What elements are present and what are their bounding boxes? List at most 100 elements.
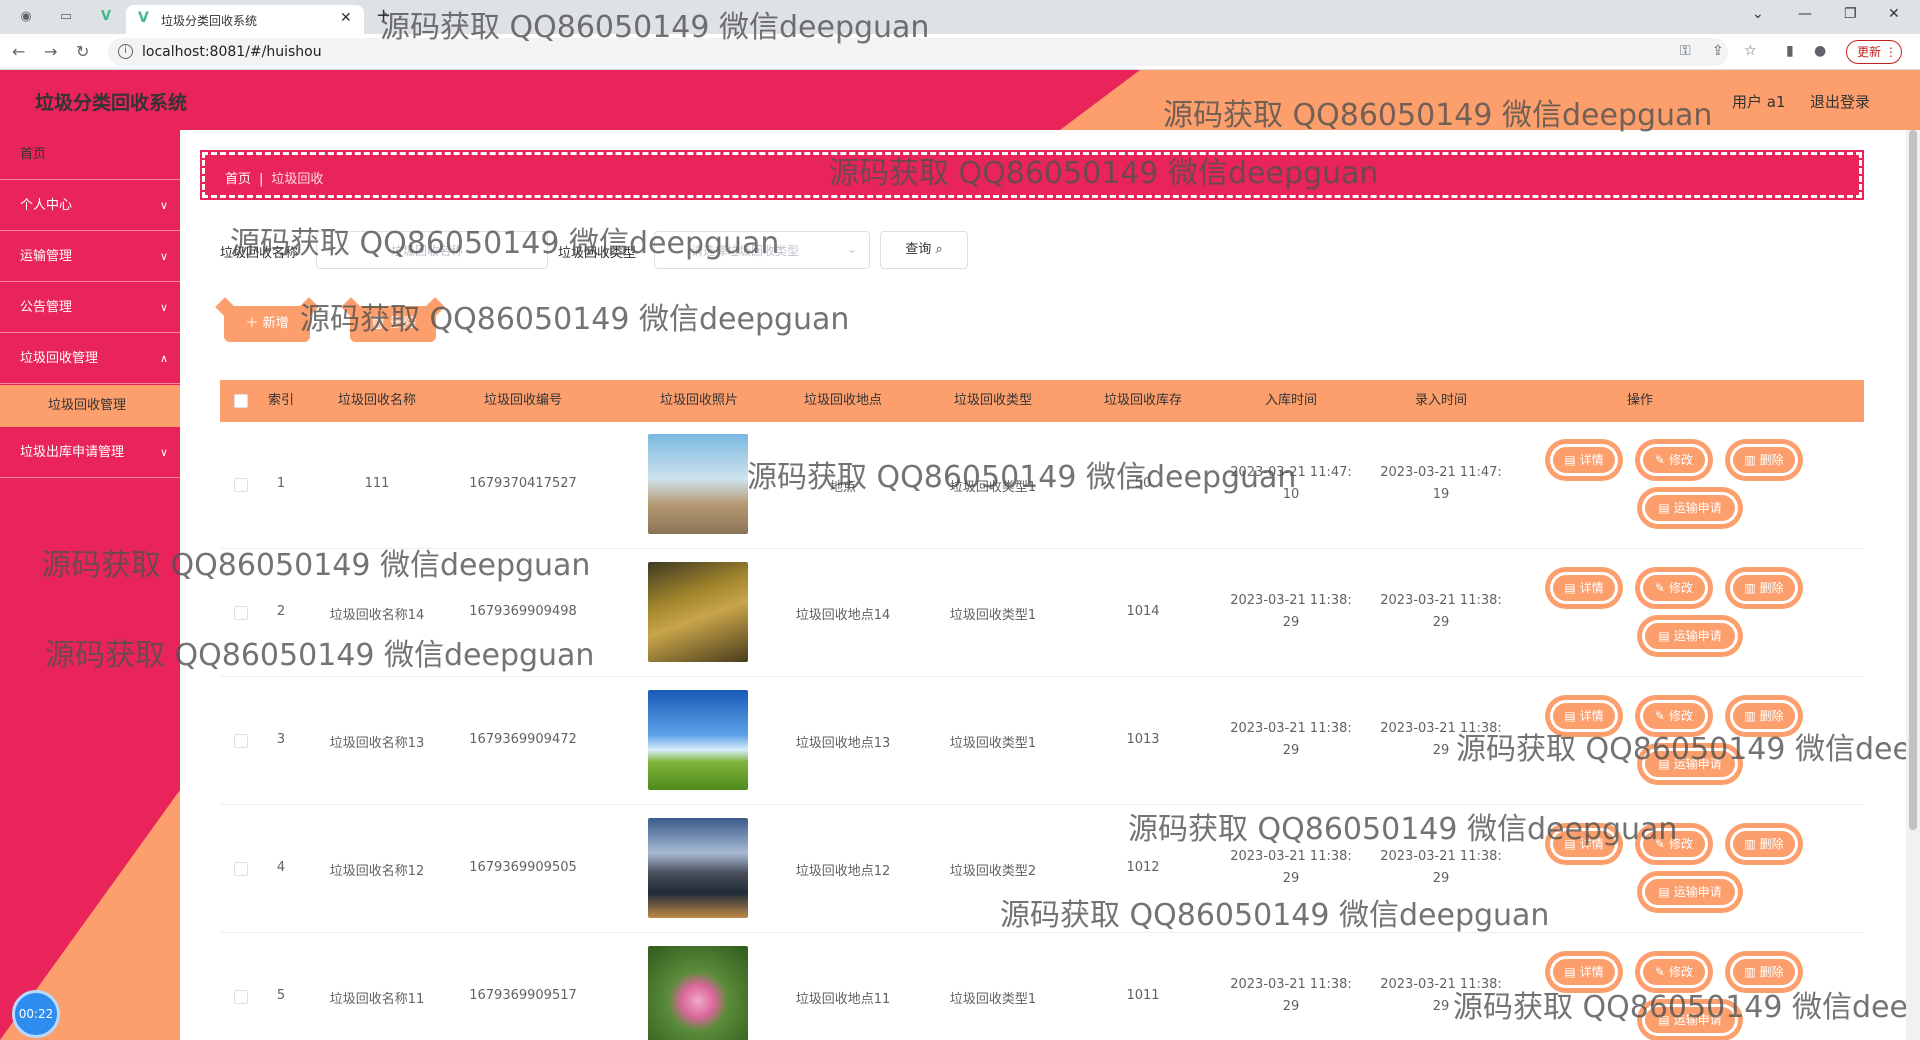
table-row[interactable]: 1 111 1679370417527 地点 垃圾回收类型1 50 2023-03-21 1… [220,422,1864,549]
cell-in-time: 2023-03-21 11:38: 29 [1216,846,1366,890]
url-field[interactable]: i localhost:8081/#/huishou [108,38,1728,66]
key-icon[interactable]: ⚿ [1680,43,1691,59]
detail-button[interactable]: ▤ 详情 [1550,444,1618,476]
reload-icon[interactable]: ↻ [76,42,89,61]
th-stock: 垃圾回收库存 [1103,393,1182,408]
th-code: 垃圾回收编号 [483,393,562,408]
close-tab-icon[interactable]: ✕ [340,10,352,26]
select-all-checkbox[interactable] [234,394,248,408]
active-tab[interactable]: V 垃圾分类回收系统 ✕ [126,5,364,34]
row-photo[interactable] [648,434,748,534]
row-checkbox[interactable] [234,862,248,876]
cell-place: 垃圾回收地点11 [795,992,891,1007]
transport-apply-button[interactable]: ▤ 运输申请 [1642,748,1738,780]
table-row[interactable]: 2 垃圾回收名称14 1679369909498 垃圾回收地点14 垃圾回收类型1 101… [220,550,1864,677]
row-photo[interactable] [648,818,748,918]
cell-in-time-date: 2023-03-21 11:38: [1230,593,1352,608]
transport-apply-button[interactable]: ▤ 运输申请 [1642,876,1738,908]
new-tab-icon[interactable]: + [376,5,391,26]
row-checkbox[interactable] [234,478,248,492]
row-checkbox[interactable] [234,734,248,748]
transport-apply-button[interactable]: ▤ 运输申请 [1642,1004,1738,1036]
vue-favicon-icon: V [138,10,149,26]
logout-link[interactable]: 退出登录 [1810,91,1870,112]
cell-in-time-seconds: 29 [1282,615,1300,630]
back-icon[interactable]: ← [12,42,25,61]
row-photo[interactable] [648,946,748,1040]
detail-button[interactable]: ▤ 详情 [1550,700,1618,732]
detail-button[interactable]: ▤ 详情 [1550,828,1618,860]
restore-icon[interactable]: ❐ [1844,6,1857,22]
row-checkbox[interactable] [234,606,248,620]
update-label: 更新 [1857,45,1882,59]
sidebar-item-notice[interactable]: 公告管理 ∨ [0,283,180,333]
name-filter-input[interactable]: ⌕ 垃圾回收名称 [316,231,548,269]
table-row[interactable]: 4 垃圾回收名称12 1679369909505 垃圾回收地点12 垃圾回收类型2 101… [220,806,1864,933]
sidebar-item-home[interactable]: 首页 [0,130,180,180]
transport-apply-button[interactable]: ▤ 运输申请 [1642,620,1738,652]
delete-button[interactable]: 🗑 删除 [350,306,436,342]
sidebar-subitem-recycle[interactable]: 垃圾回收管理 [0,385,180,427]
edit-button[interactable]: ✎ 修改 [1640,828,1708,860]
document-icon: ▤ [1658,757,1670,771]
bookmark-star-icon[interactable]: ☆ [1744,43,1757,59]
document-icon: ▤ [1564,837,1576,851]
transport-label: 运输申请 [1673,501,1722,515]
cell-type: 垃圾回收类型2 [949,864,1037,879]
close-window-icon[interactable]: ✕ [1888,6,1900,22]
side-panel-icon[interactable]: ▮ [1786,43,1794,59]
search-button[interactable]: 查询 ⌕ [880,231,968,269]
row-delete-button[interactable]: ▥ 删除 [1730,828,1798,860]
cell-record-time-date: 2023-03-21 11:38: [1380,849,1502,864]
sidebar-item-personal[interactable]: 个人中心 ∨ [0,181,180,231]
chevron-down-icon: ∨ [159,199,168,212]
chevron-up-icon: ∧ [159,352,168,365]
trash-icon: ▥ [1744,581,1756,595]
scrollbar[interactable] [1906,130,1920,1040]
sidebar-item-transport[interactable]: 运输管理 ∨ [0,232,180,282]
edit-button[interactable]: ✎ 修改 [1640,956,1708,988]
sidebar-item-recycle[interactable]: 垃圾回收管理 ∧ [0,334,180,384]
cell-code: 1679369909505 [469,860,577,875]
tab-search-icon[interactable]: ⌄ [1752,6,1764,22]
minimize-icon[interactable]: — [1798,6,1812,22]
row-delete-button[interactable]: ▥ 删除 [1730,572,1798,604]
scrollbar-thumb[interactable] [1909,130,1917,830]
share-icon[interactable]: ⇪ [1712,43,1724,59]
edit-button[interactable]: ✎ 修改 [1640,444,1708,476]
detail-label: 详情 [1579,709,1604,723]
row-delete-label: 删除 [1759,709,1784,723]
trash-icon: ▥ [1744,965,1756,979]
edit-button[interactable]: ✎ 修改 [1640,700,1708,732]
row-photo[interactable] [648,690,748,790]
pinned-tab-icon[interactable]: ▭ [56,7,76,27]
row-checkbox[interactable] [234,990,248,1004]
row-delete-button[interactable]: ▥ 删除 [1730,444,1798,476]
row-photo[interactable] [648,562,748,662]
detail-button[interactable]: ▤ 详情 [1550,956,1618,988]
type-filter-select[interactable]: 请选择垃圾回收类型 ⌄ [654,231,870,269]
site-info-icon[interactable]: i [118,44,133,59]
breadcrumb-home[interactable]: 首页 [225,172,251,187]
github-icon[interactable]: ◉ [16,7,36,27]
row-delete-button[interactable]: ▥ 删除 [1730,956,1798,988]
sidebar-item-outbound[interactable]: 垃圾出库申请管理 ∨ [0,428,180,478]
cell-in-time: 2023-03-21 11:38: 29 [1216,718,1366,762]
detail-button[interactable]: ▤ 详情 [1550,572,1618,604]
table-row[interactable]: 5 垃圾回收名称11 1679369909517 垃圾回收地点11 垃圾回收类型1 101… [220,934,1864,1040]
vue-icon[interactable]: V [96,7,116,27]
add-button[interactable]: ＋ 新增 [224,306,310,342]
th-record-time: 录入时间 [1414,393,1467,408]
cell-record-time-date: 2023-03-21 11:38: [1380,977,1502,992]
main-content: 首页 | 垃圾回收 垃圾回收名称 ⌕ 垃圾回收名称 垃圾回收类型 请选择垃圾回收类型… [180,130,1920,1040]
profile-icon[interactable]: ● [1814,43,1826,59]
update-button[interactable]: 更新 ⋮ [1846,40,1902,64]
edit-button[interactable]: ✎ 修改 [1640,572,1708,604]
transport-apply-button[interactable]: ▤ 运输申请 [1642,492,1738,524]
chevron-down-icon: ∨ [159,446,168,459]
row-delete-button[interactable]: ▥ 删除 [1730,700,1798,732]
detail-label: 详情 [1579,965,1604,979]
table-row[interactable]: 3 垃圾回收名称13 1679369909472 垃圾回收地点13 垃圾回收类型1 101… [220,678,1864,805]
forward-icon[interactable]: → [44,42,57,61]
document-icon: ▤ [1658,629,1670,643]
